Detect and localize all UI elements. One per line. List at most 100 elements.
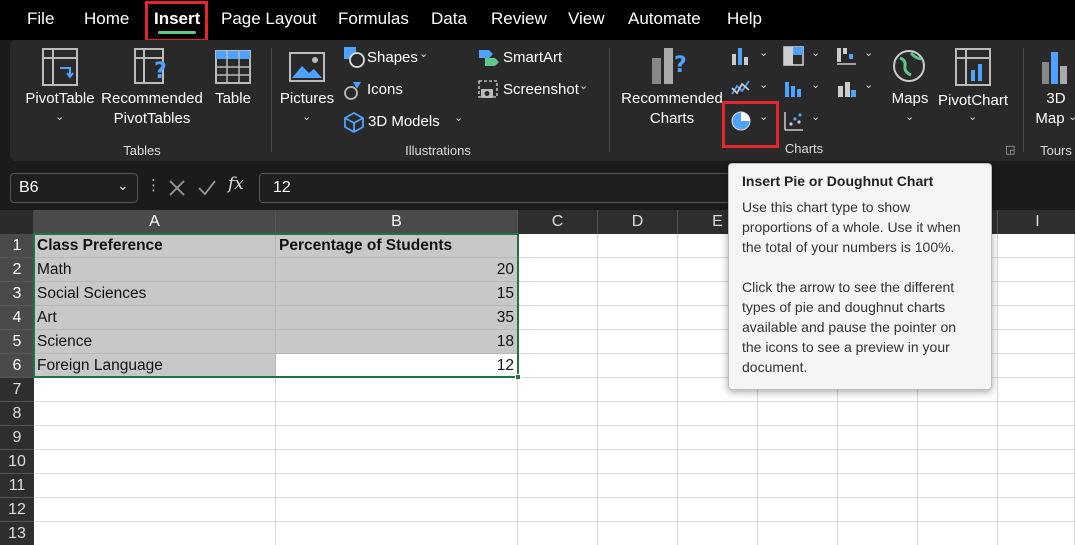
recommended-charts-label-1[interactable]: Recommended <box>621 90 723 107</box>
chevron-down-icon[interactable]: ⌄ <box>302 110 311 123</box>
menu-view[interactable]: View <box>568 9 605 29</box>
chevron-down-icon[interactable]: ⌄ <box>811 110 820 123</box>
empty-cell[interactable] <box>998 474 1075 498</box>
3d-map-label-2[interactable]: Map <box>1035 110 1064 127</box>
recommended-pivottables-icon[interactable]: ? <box>134 48 172 86</box>
menu-home[interactable]: Home <box>84 9 129 29</box>
cell-a2[interactable]: Math <box>34 258 276 282</box>
select-all-corner[interactable] <box>0 210 34 234</box>
empty-cell[interactable] <box>518 234 598 258</box>
maps-label[interactable]: Maps <box>892 90 929 107</box>
pivotchart-icon[interactable] <box>955 48 991 86</box>
empty-cell[interactable] <box>998 354 1075 378</box>
empty-cell[interactable] <box>518 426 598 450</box>
cell-a5[interactable]: Science <box>34 330 276 354</box>
row-header[interactable]: 5 <box>0 330 34 354</box>
pivottable-label[interactable]: PivotTable <box>25 90 94 107</box>
line-chart-icon[interactable] <box>730 78 752 98</box>
menu-file[interactable]: File <box>27 9 54 29</box>
chevron-down-icon[interactable]: ⌄ <box>759 78 768 91</box>
menu-automate[interactable]: Automate <box>628 9 701 29</box>
column-header-a[interactable]: A <box>34 210 276 234</box>
empty-cell[interactable] <box>998 258 1075 282</box>
empty-cell[interactable] <box>518 282 598 306</box>
chevron-down-icon[interactable]: ⌄ <box>759 46 768 59</box>
chevron-down-icon[interactable]: ⌄ <box>905 110 914 123</box>
hierarchy-chart-icon[interactable] <box>783 46 805 66</box>
empty-cell[interactable] <box>758 426 838 450</box>
empty-cell[interactable] <box>838 402 918 426</box>
column-header-c[interactable]: C <box>518 210 598 234</box>
empty-cell[interactable] <box>598 426 678 450</box>
fill-handle[interactable] <box>515 374 521 380</box>
row-header[interactable]: 11 <box>0 474 34 498</box>
empty-cell[interactable] <box>918 522 998 545</box>
chevron-down-icon[interactable]: ⌄ <box>759 110 768 123</box>
formula-input[interactable]: 12 <box>259 173 739 203</box>
recommended-pivottables-label-1[interactable]: Recommended <box>101 90 203 107</box>
row-header[interactable]: 6 <box>0 354 34 378</box>
empty-cell[interactable] <box>34 474 276 498</box>
3d-models-icon[interactable] <box>343 111 365 133</box>
screenshot-icon[interactable] <box>477 79 501 101</box>
recommended-charts-label-2[interactable]: Charts <box>650 110 694 127</box>
empty-cell[interactable] <box>998 522 1075 545</box>
statistic-chart-icon[interactable] <box>783 78 805 98</box>
pictures-icon[interactable] <box>289 52 325 82</box>
empty-cell[interactable] <box>598 258 678 282</box>
insert-function-button[interactable]: fx <box>228 174 244 194</box>
shapes-icon[interactable] <box>343 46 365 68</box>
chevron-down-icon[interactable]: ⌄ <box>579 79 588 92</box>
empty-cell[interactable] <box>998 330 1075 354</box>
cell-b5[interactable]: 18 <box>276 330 518 354</box>
table-icon[interactable] <box>215 50 251 84</box>
cell-b3[interactable]: 15 <box>276 282 518 306</box>
chevron-down-icon[interactable]: ⌄ <box>117 177 129 194</box>
column-header-d[interactable]: D <box>598 210 678 234</box>
empty-cell[interactable] <box>678 450 758 474</box>
empty-cell[interactable] <box>518 306 598 330</box>
empty-cell[interactable] <box>598 450 678 474</box>
empty-cell[interactable] <box>838 426 918 450</box>
empty-cell[interactable] <box>34 378 276 402</box>
cell-b2[interactable]: 20 <box>276 258 518 282</box>
empty-cell[interactable] <box>276 522 518 545</box>
empty-cell[interactable] <box>838 498 918 522</box>
empty-cell[interactable] <box>678 426 758 450</box>
row-header[interactable]: 2 <box>0 258 34 282</box>
row-header[interactable]: 9 <box>0 426 34 450</box>
smartart-label[interactable]: SmartArt <box>503 49 562 66</box>
empty-cell[interactable] <box>998 378 1075 402</box>
row-header[interactable]: 13 <box>0 522 34 545</box>
maps-icon[interactable] <box>891 48 927 84</box>
combo-chart-icon[interactable] <box>836 78 858 98</box>
empty-cell[interactable] <box>838 522 918 545</box>
empty-cell[interactable] <box>998 282 1075 306</box>
scatter-chart-icon[interactable] <box>783 110 805 132</box>
empty-cell[interactable] <box>598 522 678 545</box>
row-header[interactable]: 12 <box>0 498 34 522</box>
empty-cell[interactable] <box>598 306 678 330</box>
row-header[interactable]: 8 <box>0 402 34 426</box>
cell-a6[interactable]: Foreign Language <box>34 354 276 378</box>
3d-map-icon[interactable] <box>1038 48 1068 86</box>
row-header[interactable]: 7 <box>0 378 34 402</box>
empty-cell[interactable] <box>518 450 598 474</box>
empty-cell[interactable] <box>758 402 838 426</box>
cell-a3[interactable]: Social Sciences <box>34 282 276 306</box>
empty-cell[interactable] <box>276 450 518 474</box>
empty-cell[interactable] <box>998 306 1075 330</box>
3d-models-label[interactable]: 3D Models <box>368 113 440 130</box>
empty-cell[interactable] <box>276 402 518 426</box>
cell-a1[interactable]: Class Preference <box>34 234 276 258</box>
row-header[interactable]: 4 <box>0 306 34 330</box>
chevron-down-icon[interactable]: ⌄ <box>811 46 820 59</box>
chevron-down-icon[interactable]: ⌄ <box>864 46 873 59</box>
empty-cell[interactable] <box>678 522 758 545</box>
empty-cell[interactable] <box>758 498 838 522</box>
chevron-down-icon[interactable]: ⌄ <box>454 111 463 124</box>
empty-cell[interactable] <box>518 474 598 498</box>
waterfall-chart-icon[interactable] <box>836 46 858 66</box>
empty-cell[interactable] <box>276 426 518 450</box>
cell-b4[interactable]: 35 <box>276 306 518 330</box>
